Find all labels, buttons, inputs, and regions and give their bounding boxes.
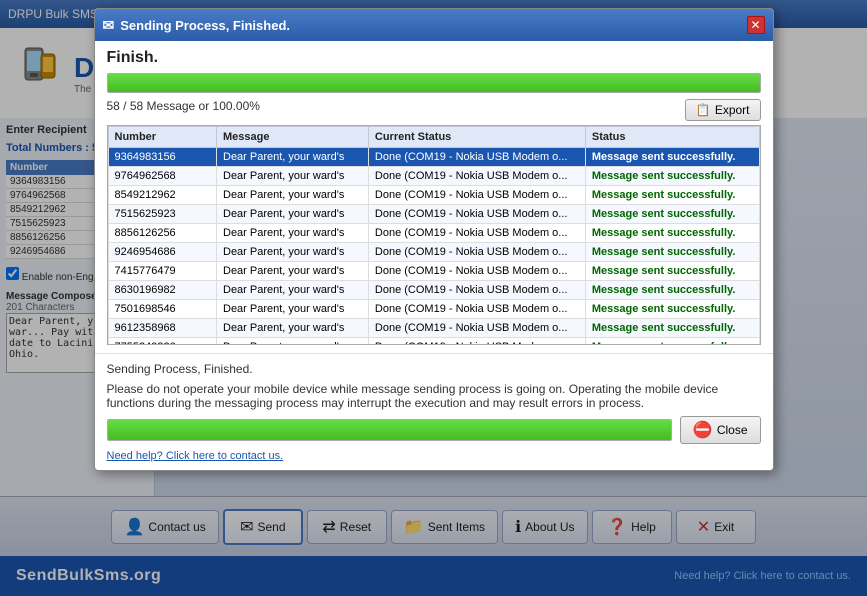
table-row[interactable]: 7415776479Dear Parent, your ward'sDone (… <box>108 262 759 281</box>
table-row[interactable]: 8549212962Dear Parent, your ward'sDone (… <box>108 186 759 205</box>
table-row[interactable]: 9364983156Dear Parent, your ward'sDone (… <box>108 148 759 167</box>
app-background: DRPU Bulk SMS (Multi- DR The <box>0 0 867 596</box>
col-number: Number <box>108 127 217 148</box>
sending-process-modal: ✉ Sending Process, Finished. ✕ Finish. 5… <box>94 8 774 471</box>
finish-label: Finish. <box>107 49 761 67</box>
table-row[interactable]: 8630196982Dear Parent, your ward'sDone (… <box>108 281 759 300</box>
modal-envelope-icon: ✉ <box>103 17 115 34</box>
progress-text: 58 / 58 Message or 100.00% <box>107 99 260 113</box>
export-button[interactable]: 📋 Export <box>685 99 761 121</box>
col-message: Message <box>217 127 369 148</box>
results-table: Number Message Current Status Status 936… <box>108 126 760 345</box>
top-progress-bar <box>107 73 761 93</box>
table-row[interactable]: 8856126256Dear Parent, your ward'sDone (… <box>108 224 759 243</box>
top-progress-fill <box>108 74 760 92</box>
footer-progress-row: ⛔ Close <box>107 416 761 444</box>
export-icon: 📋 <box>696 103 711 117</box>
col-current-status: Current Status <box>368 127 585 148</box>
col-status: Status <box>585 127 759 148</box>
warning-text: Please do not operate your mobile device… <box>107 382 761 410</box>
footer-help-link[interactable]: Need help? Click here to contact us. <box>107 450 761 462</box>
results-table-container[interactable]: Number Message Current Status Status 936… <box>107 125 761 345</box>
process-finished-label: Sending Process, Finished. <box>107 362 761 376</box>
close-label: Close <box>717 423 748 437</box>
table-row[interactable]: 9764962568Dear Parent, your ward'sDone (… <box>108 167 759 186</box>
modal-title-area: ✉ Sending Process, Finished. <box>103 17 291 34</box>
table-row[interactable]: 9612358968Dear Parent, your ward'sDone (… <box>108 319 759 338</box>
modal-close-button[interactable]: ✕ <box>747 16 765 34</box>
footer-progress-fill <box>108 420 671 440</box>
table-row[interactable]: 9246954686Dear Parent, your ward'sDone (… <box>108 243 759 262</box>
close-icon: ⛔ <box>693 420 713 440</box>
modal-overlay: ✉ Sending Process, Finished. ✕ Finish. 5… <box>0 0 867 596</box>
progress-header-row: 58 / 58 Message or 100.00% 📋 Export <box>107 99 761 121</box>
table-row[interactable]: 7515625923Dear Parent, your ward'sDone (… <box>108 205 759 224</box>
footer-progress-bar <box>107 419 672 441</box>
table-row[interactable]: 7755249226Dear Parent, your ward'sDone (… <box>108 338 759 346</box>
modal-titlebar: ✉ Sending Process, Finished. ✕ <box>95 9 773 41</box>
modal-title: Sending Process, Finished. <box>120 18 290 33</box>
table-row[interactable]: 7501698546Dear Parent, your ward'sDone (… <box>108 300 759 319</box>
modal-footer: Sending Process, Finished. Please do not… <box>95 353 773 470</box>
close-button[interactable]: ⛔ Close <box>680 416 761 444</box>
export-label: Export <box>715 103 750 117</box>
modal-body: Finish. 58 / 58 Message or 100.00% 📋 Exp… <box>95 41 773 353</box>
